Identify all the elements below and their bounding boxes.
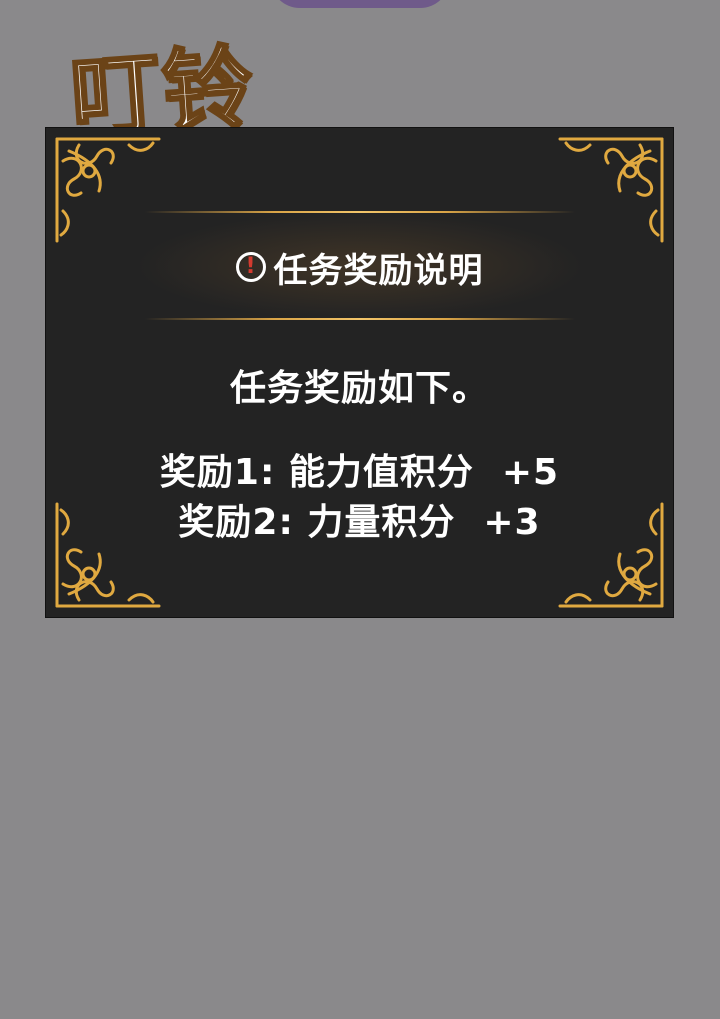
alert-icon: !: [235, 252, 266, 282]
panel-title: 任务奖励说明: [273, 250, 484, 291]
reward-value: +3: [483, 502, 541, 543]
top-partial-shape: [270, 0, 450, 8]
reward-label: 奖励2: 力量积分: [178, 502, 456, 543]
reward-value: +5: [501, 452, 560, 493]
reward-row: 奖励2: 力量积分 +3: [45, 493, 674, 545]
intro-text: 任务奖励如下。: [229, 368, 489, 409]
system-panel: ! 任务奖励说明 任务奖励如下。 奖励1: 能力值积分 +5 奖励2: 力量积分 +…: [45, 127, 674, 618]
panel-header: ! 任务奖励说明: [45, 242, 674, 292]
divider-bottom: [145, 318, 575, 320]
reward-label: 奖励1: 能力值积分: [159, 452, 474, 493]
reward-row: 奖励1: 能力值积分 +5: [45, 443, 674, 495]
divider-top: [145, 211, 575, 213]
